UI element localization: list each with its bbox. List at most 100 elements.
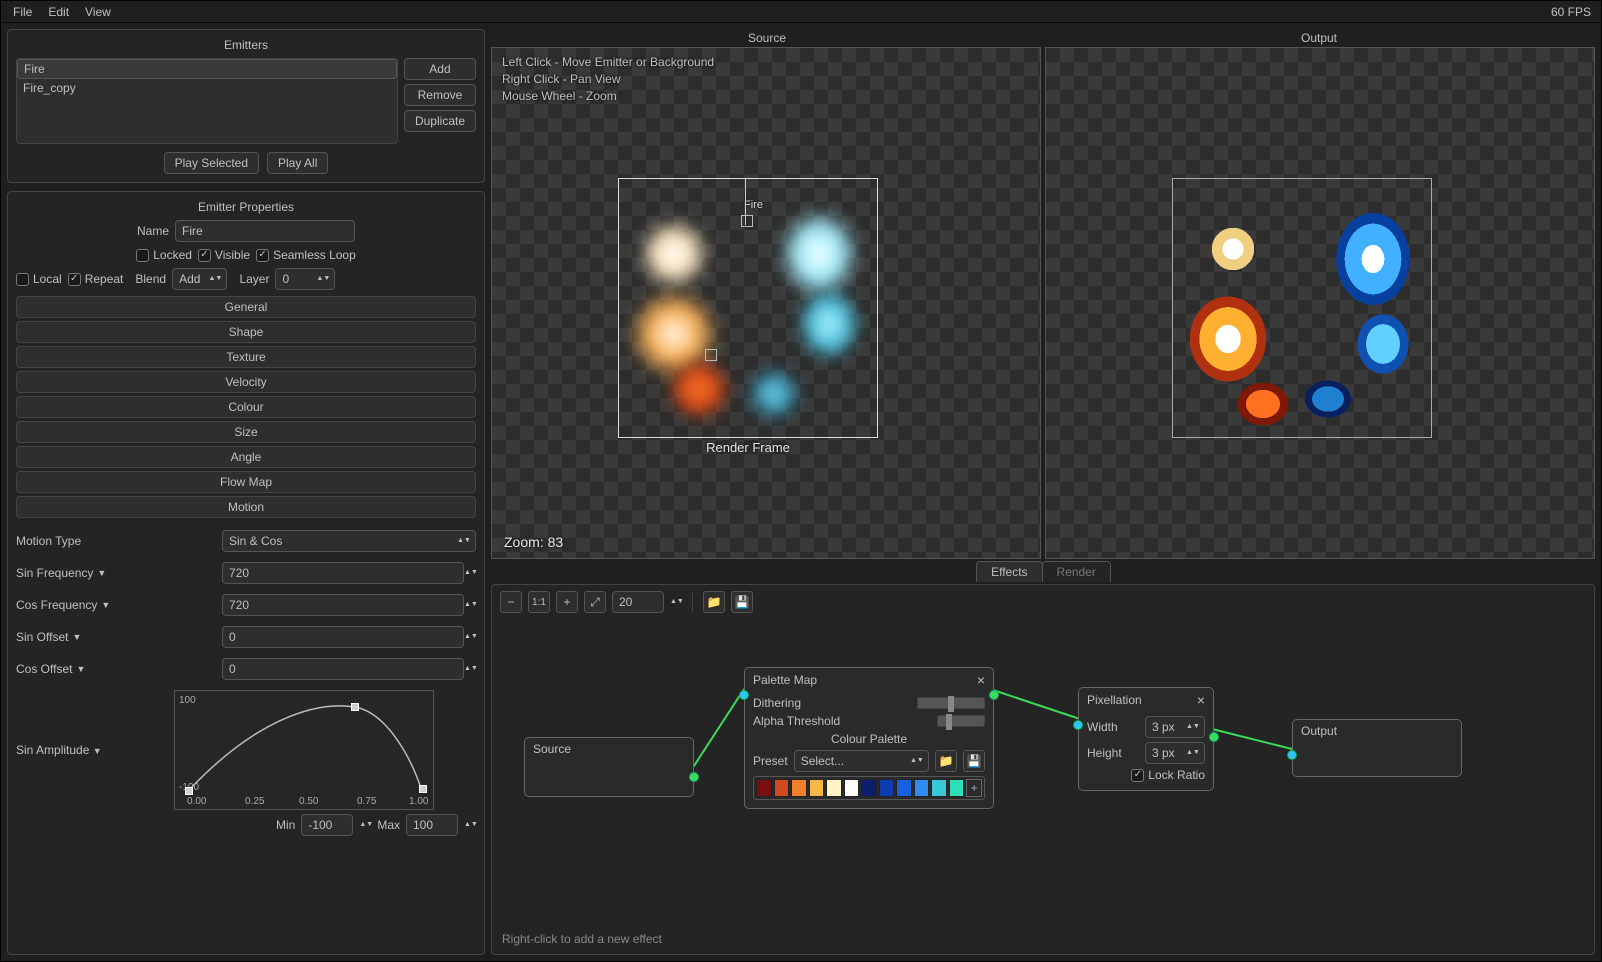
output-port[interactable]	[689, 772, 699, 782]
cos-off-field[interactable]	[222, 658, 464, 680]
tab-render[interactable]: Render	[1042, 561, 1111, 582]
input-port[interactable]	[739, 690, 749, 700]
alpha-slider[interactable]	[937, 715, 985, 727]
chevron-down-icon[interactable]: ▼	[76, 664, 85, 674]
colour-swatch[interactable]	[896, 779, 912, 797]
render-frame-label: Render Frame	[706, 440, 790, 455]
fps-counter: 60 FPS	[1551, 5, 1597, 19]
visible-checkbox[interactable]: ✓Visible	[198, 248, 250, 262]
preset-select[interactable]: Select...▲▼	[794, 750, 929, 772]
min-field[interactable]	[301, 814, 353, 836]
section-shape[interactable]: Shape	[16, 321, 476, 343]
chevron-updown-icon[interactable]: ▲▼	[464, 634, 476, 640]
input-port[interactable]	[1287, 750, 1297, 760]
emitters-list[interactable]: Fire Fire_copy	[16, 58, 398, 144]
dithering-slider[interactable]	[917, 697, 985, 709]
chevron-down-icon[interactable]: ▼	[93, 746, 102, 756]
remove-button[interactable]: Remove	[404, 84, 476, 106]
graph-handle[interactable]	[419, 785, 427, 793]
input-port[interactable]	[1073, 720, 1083, 730]
duplicate-button[interactable]: Duplicate	[404, 110, 476, 132]
section-motion[interactable]: Motion	[16, 496, 476, 518]
menu-view[interactable]: View	[77, 3, 119, 21]
play-all-button[interactable]: Play All	[267, 152, 328, 174]
colour-swatch[interactable]	[844, 779, 860, 797]
list-item[interactable]: Fire	[17, 59, 397, 79]
node-source[interactable]: Source	[524, 737, 694, 797]
source-viewport[interactable]: Left Click - Move Emitter or Background …	[491, 47, 1041, 559]
node-editor[interactable]: − 1:1 + ⤢ ▲▼	[491, 584, 1595, 955]
play-selected-button[interactable]: Play Selected	[164, 152, 259, 174]
sin-off-field[interactable]	[222, 626, 464, 648]
section-general[interactable]: General	[16, 296, 476, 318]
section-texture[interactable]: Texture	[16, 346, 476, 368]
colour-swatch[interactable]	[774, 779, 790, 797]
open-icon[interactable]	[703, 591, 725, 613]
output-port[interactable]	[989, 690, 999, 700]
close-icon[interactable]: ×	[1197, 692, 1205, 708]
emitter-handle[interactable]	[741, 215, 753, 227]
sin-amp-graph[interactable]: 100 -100 0.00 0.25 0.50 0.75 1.00	[174, 690, 434, 810]
width-field[interactable]: 3 px▲▼	[1145, 716, 1205, 738]
colour-swatch[interactable]	[879, 779, 895, 797]
add-button[interactable]: Add	[404, 58, 476, 80]
list-item[interactable]: Fire_copy	[17, 79, 397, 97]
sin-freq-field[interactable]	[222, 562, 464, 584]
zoom-out-icon[interactable]: −	[500, 591, 522, 613]
add-swatch-button[interactable]: +	[966, 779, 982, 797]
cos-freq-field[interactable]	[222, 594, 464, 616]
colour-swatch[interactable]	[791, 779, 807, 797]
max-field[interactable]	[406, 814, 458, 836]
colour-swatch[interactable]	[826, 779, 842, 797]
zoom-field[interactable]	[612, 591, 664, 613]
chevron-updown-icon[interactable]: ▲▼	[464, 666, 476, 672]
blend-select[interactable]: Add▲▼	[172, 268, 227, 290]
repeat-checkbox[interactable]: ✓Repeat	[68, 272, 124, 286]
colour-swatch[interactable]	[949, 779, 965, 797]
menu-file[interactable]: File	[5, 3, 40, 21]
emitter-handle[interactable]	[705, 349, 717, 361]
height-field[interactable]: 3 px▲▼	[1145, 742, 1205, 764]
fit-icon[interactable]: ⤢	[584, 591, 606, 613]
open-preset-icon[interactable]	[935, 750, 957, 772]
close-icon[interactable]: ×	[977, 672, 985, 688]
colour-swatch[interactable]	[914, 779, 930, 797]
chevron-updown-icon[interactable]: ▲▼	[359, 822, 371, 828]
colour-swatch[interactable]	[861, 779, 877, 797]
section-flowmap[interactable]: Flow Map	[16, 471, 476, 493]
save-icon[interactable]	[731, 591, 753, 613]
section-size[interactable]: Size	[16, 421, 476, 443]
chevron-updown-icon[interactable]: ▲▼	[464, 822, 476, 828]
local-checkbox[interactable]: Local	[16, 272, 62, 286]
node-output[interactable]: Output	[1292, 719, 1462, 777]
chevron-updown-icon[interactable]: ▲▼	[464, 570, 476, 576]
save-preset-icon[interactable]	[963, 750, 985, 772]
colour-swatch[interactable]	[809, 779, 825, 797]
locked-checkbox[interactable]: Locked	[136, 248, 192, 262]
chevron-down-icon[interactable]: ▼	[101, 600, 110, 610]
layer-field[interactable]: 0▲▼	[275, 268, 335, 290]
motion-type-select[interactable]: Sin & Cos▲▼	[222, 530, 476, 552]
colour-swatch[interactable]	[756, 779, 772, 797]
section-velocity[interactable]: Velocity	[16, 371, 476, 393]
colour-swatch[interactable]	[931, 779, 947, 797]
zoom-reset-icon[interactable]: 1:1	[528, 591, 550, 613]
graph-handle[interactable]	[351, 703, 359, 711]
graph-handle[interactable]	[185, 787, 193, 795]
output-viewport[interactable]	[1045, 47, 1595, 559]
name-field[interactable]	[175, 220, 355, 242]
render-frame[interactable]: Fire Render Frame	[618, 178, 878, 438]
chevron-updown-icon[interactable]: ▲▼	[670, 599, 682, 605]
section-colour[interactable]: Colour	[16, 396, 476, 418]
menu-edit[interactable]: Edit	[40, 3, 77, 21]
seamless-checkbox[interactable]: ✓Seamless Loop	[256, 248, 356, 262]
chevron-down-icon[interactable]: ▼	[97, 568, 106, 578]
lock-ratio-checkbox[interactable]: ✓Lock Ratio	[1087, 768, 1205, 782]
chevron-down-icon[interactable]: ▼	[72, 632, 81, 642]
node-palette-map[interactable]: Palette Map× Dithering Alpha Threshold C…	[744, 667, 994, 809]
zoom-in-icon[interactable]: +	[556, 591, 578, 613]
tab-effects[interactable]: Effects	[976, 561, 1042, 582]
section-angle[interactable]: Angle	[16, 446, 476, 468]
output-port[interactable]	[1209, 732, 1219, 742]
chevron-updown-icon[interactable]: ▲▼	[464, 602, 476, 608]
